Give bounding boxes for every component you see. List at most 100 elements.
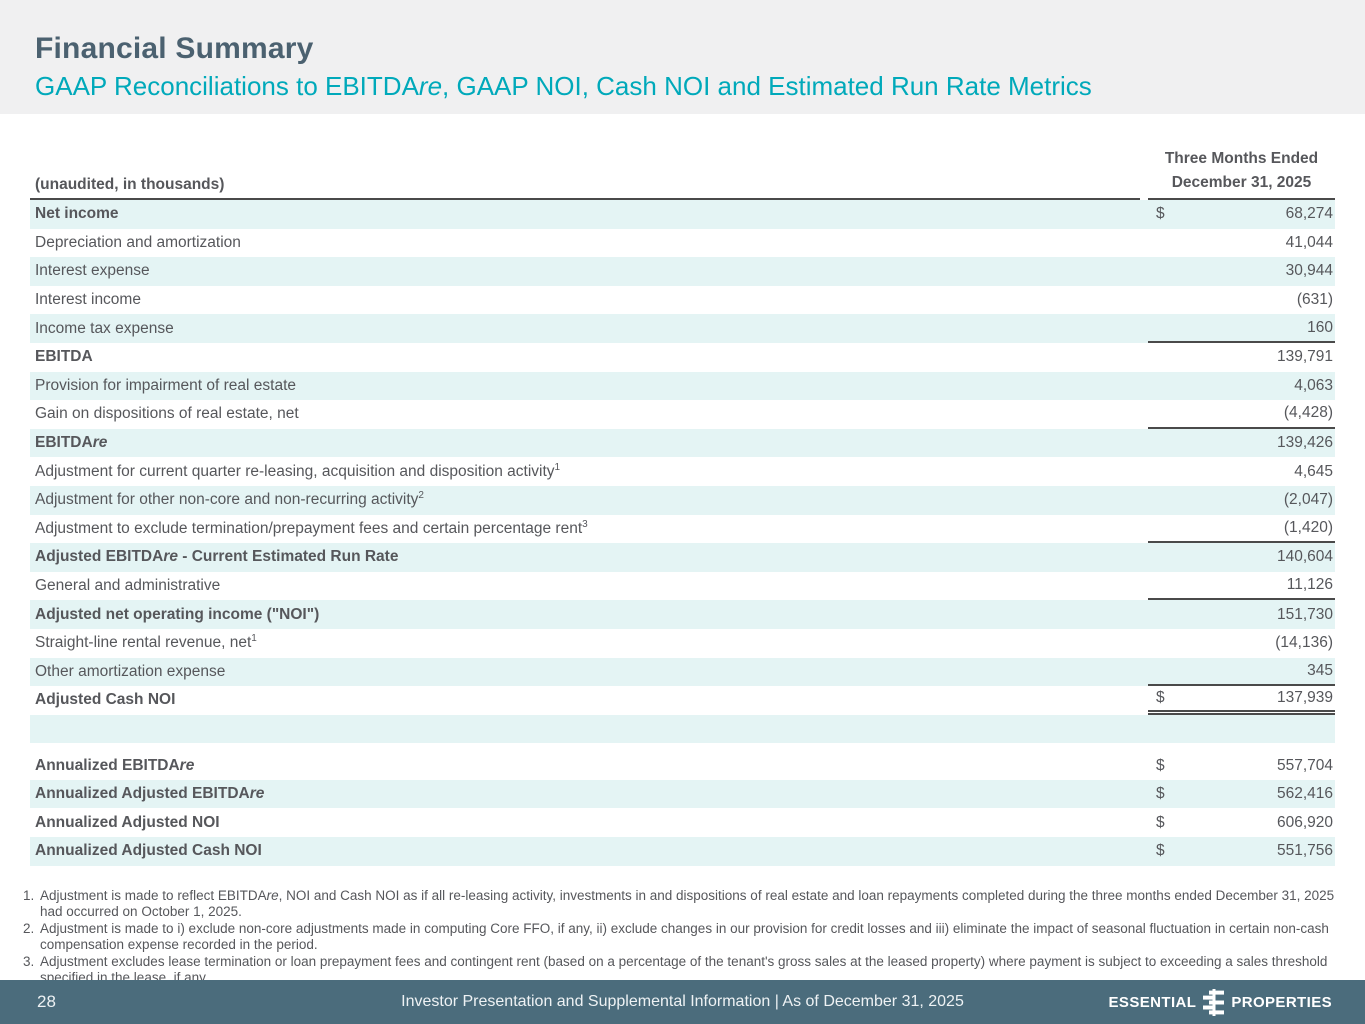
footnote: 1. Adjustment is made to reflect EBITDAre… xyxy=(23,888,1335,921)
page-title: Financial Summary xyxy=(35,32,314,65)
row-amount: 68,274 xyxy=(1285,205,1333,223)
row-amount: 562,416 xyxy=(1276,785,1333,803)
period-line-1: Three Months Ended xyxy=(1164,150,1319,167)
row-label: Annualized Adjusted NOI xyxy=(35,813,220,831)
row-value: 11,126 xyxy=(1148,572,1335,601)
row-label: Annualized Adjusted EBITDAre xyxy=(35,785,265,803)
table-row: EBITDAre 139,426 xyxy=(30,428,1335,458)
row-amount: 160 xyxy=(1307,318,1333,336)
table-row: Adjusted Cash NOI $137,939 xyxy=(30,686,1335,715)
row-amount: (4,428) xyxy=(1283,404,1333,422)
dollar-sign: $ xyxy=(1156,842,1165,860)
row-label: EBITDAre xyxy=(35,434,108,452)
dollar-sign: $ xyxy=(1156,205,1165,223)
table-row: Adjustment to exclude termination/prepay… xyxy=(30,515,1335,544)
table-row: Straight-line rental revenue, net1 (14,13… xyxy=(30,629,1335,658)
row-value: 345 xyxy=(1148,658,1335,687)
table-row: General and administrative 11,126 xyxy=(30,572,1335,601)
row-value: (631) xyxy=(1148,286,1335,315)
row-value: $557,704 xyxy=(1148,751,1335,780)
row-value: (4,428) xyxy=(1148,400,1335,429)
row-label: Gain on dispositions of real estate, net xyxy=(35,405,299,423)
row-label: Adjustment to exclude termination/prepay… xyxy=(35,518,588,537)
row-value xyxy=(1148,715,1335,744)
table-body: Net income $68,274 Depreciation and amorti… xyxy=(30,200,1335,866)
reconciliation-table: (unaudited, in thousands) Three Months E… xyxy=(30,147,1335,866)
row-value: 160 xyxy=(1148,314,1335,343)
footnote-text: Adjustment is made to i) exclude non-cor… xyxy=(40,920,1329,953)
table-header-period: Three Months Ended December 31, 2025 xyxy=(1148,147,1335,200)
row-value: 151,730 xyxy=(1148,600,1335,629)
row-amount: 4,063 xyxy=(1294,376,1333,394)
footnote-text: Adjustment is made to reflect EBITDAre, … xyxy=(40,887,1335,920)
row-label: Adjustment for other non-core and non-re… xyxy=(35,490,424,509)
footer-bar: 28 Investor Presentation and Supplementa… xyxy=(0,980,1365,1024)
row-amount: 137,939 xyxy=(1276,688,1333,706)
row-amount: 139,426 xyxy=(1276,434,1333,452)
table-row: EBITDA 139,791 xyxy=(30,343,1335,372)
row-value: (1,420) xyxy=(1148,515,1335,544)
table-header-row: (unaudited, in thousands) Three Months E… xyxy=(30,147,1335,200)
row-amount: 4,645 xyxy=(1294,462,1333,480)
row-value: 30,944 xyxy=(1148,257,1335,286)
row-value: $137,939 xyxy=(1148,686,1335,715)
table-row: Adjustment for current quarter re-leasin… xyxy=(30,457,1335,486)
table-row: Other amortization expense 345 xyxy=(30,657,1335,687)
table-row: Gain on dispositions of real estate, net… xyxy=(30,400,1335,429)
row-value: 4,645 xyxy=(1148,457,1335,486)
footnote: 2. Adjustment is made to i) exclude non-c… xyxy=(23,921,1335,954)
row-amount: 551,756 xyxy=(1276,842,1333,860)
dollar-sign: $ xyxy=(1156,813,1165,831)
row-value: (2,047) xyxy=(1148,486,1335,515)
row-value: 139,791 xyxy=(1148,343,1335,372)
row-amount: (631) xyxy=(1296,291,1333,309)
row-amount: 140,604 xyxy=(1276,548,1333,566)
slide: Financial Summary GAAP Reconciliations t… xyxy=(0,0,1365,1024)
row-value: (14,136) xyxy=(1148,629,1335,658)
table-row: Annualized Adjusted EBITDAre $562,416 xyxy=(30,779,1335,809)
row-amount: 30,944 xyxy=(1285,262,1333,280)
row-amount: 151,730 xyxy=(1276,605,1333,623)
row-value: $68,274 xyxy=(1148,200,1335,229)
footnote-number: 2. xyxy=(23,920,35,936)
row-label: EBITDA xyxy=(35,348,93,366)
row-label: Income tax expense xyxy=(35,319,174,337)
row-label: Adjusted net operating income ("NOI") xyxy=(35,605,320,623)
row-value: $562,416 xyxy=(1148,780,1335,809)
table-row: Adjusted net operating income ("NOI") 151… xyxy=(30,600,1335,629)
row-label: Adjusted Cash NOI xyxy=(35,691,176,709)
row-amount: 606,920 xyxy=(1276,813,1333,831)
brand-text-essential: ESSENTIAL xyxy=(1108,993,1197,1011)
row-amount: (1,420) xyxy=(1283,518,1333,536)
table-row-gap xyxy=(30,743,1335,751)
table-header-left: (unaudited, in thousands) xyxy=(30,176,1140,200)
row-label: Interest income xyxy=(35,291,141,309)
row-value: 4,063 xyxy=(1148,372,1335,401)
row-label: Straight-line rental revenue, net1 xyxy=(35,633,257,652)
table-row: Annualized Adjusted Cash NOI $551,756 xyxy=(30,837,1335,866)
brand-text-properties: PROPERTIES xyxy=(1231,993,1332,1011)
row-amount: 345 xyxy=(1307,661,1333,679)
table-row: Net income $68,274 xyxy=(30,200,1335,229)
table-row: Adjustment for other non-core and non-re… xyxy=(30,485,1335,515)
table-row: Provision for impairment of real estate 4… xyxy=(30,371,1335,401)
period-line-2: December 31, 2025 xyxy=(1171,174,1312,191)
table-row xyxy=(30,714,1335,744)
row-amount: 41,044 xyxy=(1285,233,1333,251)
dollar-sign: $ xyxy=(1156,756,1165,774)
table-row: Annualized EBITDAre $557,704 xyxy=(30,751,1335,780)
row-label: Adjusted EBITDAre - Current Estimated Ru… xyxy=(35,548,399,566)
essential-properties-logo-icon xyxy=(1203,988,1225,1016)
row-amount: 139,791 xyxy=(1276,348,1333,366)
footnote-number: 1. xyxy=(23,887,35,903)
row-amount: 557,704 xyxy=(1276,756,1333,774)
row-label: Other amortization expense xyxy=(35,662,226,680)
dollar-sign: $ xyxy=(1156,785,1165,803)
row-label: Provision for impairment of real estate xyxy=(35,376,297,394)
footnotes: 1. Adjustment is made to reflect EBITDAre… xyxy=(23,888,1335,987)
row-label: Adjustment for current quarter re-leasin… xyxy=(35,461,561,480)
row-label: General and administrative xyxy=(35,577,221,595)
row-label: Annualized EBITDAre xyxy=(35,756,195,774)
table-row: Income tax expense 160 xyxy=(30,314,1335,343)
row-amount: 11,126 xyxy=(1286,576,1333,594)
